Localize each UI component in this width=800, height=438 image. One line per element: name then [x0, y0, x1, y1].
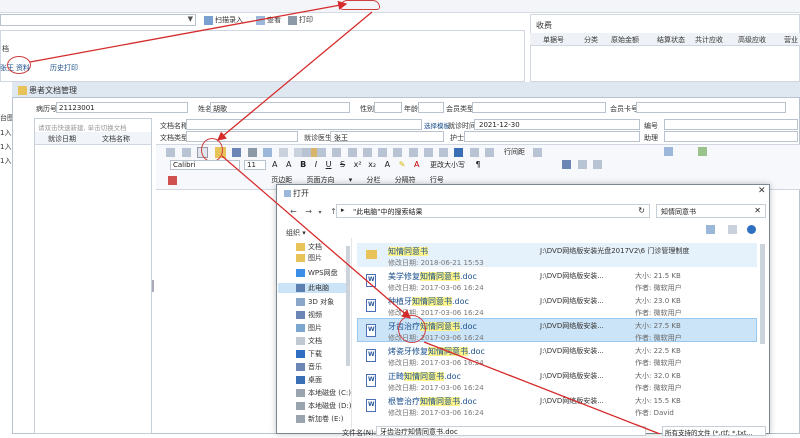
annotation-arrows	[29, 0, 661, 434]
